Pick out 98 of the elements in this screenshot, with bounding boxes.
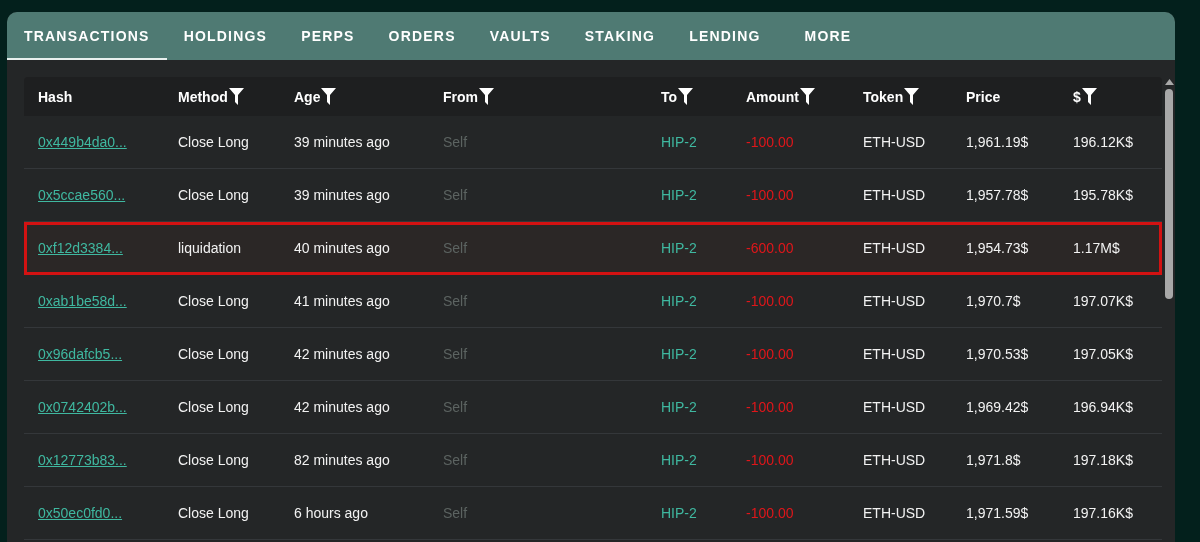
filter-icon[interactable] — [321, 88, 337, 105]
table-cell: 40 minutes ago — [294, 240, 390, 256]
filter-icon[interactable] — [479, 88, 494, 105]
table-cell: -100.00 — [746, 134, 794, 150]
table-cell: ETH-USD — [863, 452, 926, 468]
table-cell: HIP-2 — [661, 399, 697, 415]
table-cell: -100.00 — [746, 293, 794, 309]
table-cell: ETH-USD — [863, 505, 926, 521]
hash-link[interactable]: 0x50ec0fd0... — [38, 505, 123, 521]
filter-icon[interactable] — [1081, 88, 1097, 105]
table-cell: -100.00 — [746, 452, 794, 468]
hash-link[interactable]: 0xf12d3384... — [38, 240, 123, 256]
hash-link[interactable]: 0xab1be58d... — [38, 293, 127, 309]
column-header[interactable]: To — [661, 88, 694, 105]
tab[interactable]: HOLDINGS — [166, 12, 285, 60]
table-cell: 6 hours ago — [294, 505, 368, 521]
table-cell: Self — [443, 346, 468, 362]
table-cell: 1,961.19$ — [966, 134, 1029, 150]
table-cell: 82 minutes ago — [294, 452, 390, 468]
table-cell: Close Long — [178, 187, 249, 203]
table-cell: HIP-2 — [661, 505, 697, 521]
hash-link[interactable]: 0x5ccae560... — [38, 187, 126, 203]
table-cell: HIP-2 — [661, 346, 697, 362]
table-cell: HIP-2 — [661, 240, 697, 256]
table-cell: 197.07K$ — [1073, 293, 1133, 309]
table-cell: -600.00 — [746, 240, 794, 256]
table-cell: Self — [443, 240, 468, 256]
tab[interactable]: PERPS — [284, 12, 372, 60]
tab[interactable]: MORE — [787, 12, 869, 60]
table-cell: 197.16K$ — [1073, 505, 1133, 521]
table-cell: ETH-USD — [863, 240, 926, 256]
table-cell: Self — [443, 187, 468, 203]
column-header[interactable]: Hash — [38, 88, 73, 105]
scrollbar-thumb[interactable] — [1165, 89, 1173, 299]
column-header[interactable]: Method — [178, 88, 244, 105]
table-cell: 1,970.53$ — [966, 346, 1029, 362]
table-cell: HIP-2 — [661, 452, 697, 468]
tab[interactable]: LENDING — [672, 12, 778, 60]
table-cell: -100.00 — [746, 187, 794, 203]
tab[interactable]: VAULTS — [472, 12, 568, 60]
table-cell: Self — [443, 505, 468, 521]
table-cell: 1,971.59$ — [966, 505, 1029, 521]
table-cell: 1,954.73$ — [966, 240, 1029, 256]
table-cell: 1,970.7$ — [966, 293, 1021, 309]
hash-link[interactable]: 0x449b4da0... — [38, 134, 127, 150]
filter-icon[interactable] — [904, 88, 920, 105]
table-cell: ETH-USD — [863, 293, 926, 309]
scroll-up-icon[interactable] — [1164, 79, 1174, 85]
table-cell: Self — [443, 134, 468, 150]
table-cell: 42 minutes ago — [294, 399, 390, 415]
table-cell: 42 minutes ago — [294, 346, 390, 362]
table-cell: Close Long — [178, 293, 249, 309]
table-cell: Close Long — [178, 452, 249, 468]
table-cell: Close Long — [178, 399, 249, 415]
column-header[interactable]: Age — [294, 88, 337, 105]
table-cell: liquidation — [178, 240, 242, 256]
table-cell: ETH-USD — [863, 187, 926, 203]
table-cell: Close Long — [178, 505, 249, 521]
table-cell: Close Long — [178, 134, 249, 150]
tab[interactable]: ORDERS — [371, 12, 473, 60]
table-cell: ETH-USD — [863, 399, 926, 415]
table-cell: 1,969.42$ — [966, 399, 1029, 415]
table-cell: Self — [443, 293, 468, 309]
table-cell: 196.12K$ — [1073, 134, 1133, 150]
table-cell: Self — [443, 452, 468, 468]
tab[interactable]: STAKING — [567, 12, 673, 60]
table-cell: 1,957.78$ — [966, 187, 1029, 203]
hash-link[interactable]: 0x12773b83... — [38, 452, 127, 468]
table-cell: Close Long — [178, 346, 249, 362]
table-cell: 1.17M$ — [1073, 240, 1120, 256]
column-header[interactable]: Amount — [746, 88, 815, 105]
table-cell: 41 minutes ago — [294, 293, 390, 309]
table-cell: -100.00 — [746, 505, 794, 521]
table-cell: -100.00 — [746, 346, 794, 362]
filter-icon[interactable] — [799, 88, 815, 105]
table-cell: -100.00 — [746, 399, 794, 415]
column-header[interactable]: Price — [966, 88, 1001, 105]
column-header[interactable]: From — [443, 88, 494, 105]
hash-link[interactable]: 0x0742402b... — [38, 399, 127, 415]
table-cell: 39 minutes ago — [294, 134, 390, 150]
column-header[interactable]: $ — [1073, 88, 1097, 105]
table-cell: 196.94K$ — [1073, 399, 1133, 415]
column-header[interactable]: Token — [863, 88, 920, 105]
table-cell: 197.05K$ — [1073, 346, 1133, 362]
table-cell: HIP-2 — [661, 134, 697, 150]
table-cell: HIP-2 — [661, 293, 697, 309]
tab[interactable]: TRANSACTIONS — [7, 12, 167, 60]
table-cell: ETH-USD — [863, 346, 926, 362]
filter-icon[interactable] — [678, 88, 694, 105]
table-cell: Self — [443, 399, 468, 415]
table-cell: 1,971.8$ — [966, 452, 1021, 468]
filter-icon[interactable] — [228, 88, 244, 105]
table-cell: 39 minutes ago — [294, 187, 390, 203]
hash-link[interactable]: 0x96dafcb5... — [38, 346, 123, 362]
table-cell: ETH-USD — [863, 134, 926, 150]
table-cell: 197.18K$ — [1073, 452, 1133, 468]
table-cell: 195.78K$ — [1073, 187, 1133, 203]
table-cell: HIP-2 — [661, 187, 697, 203]
